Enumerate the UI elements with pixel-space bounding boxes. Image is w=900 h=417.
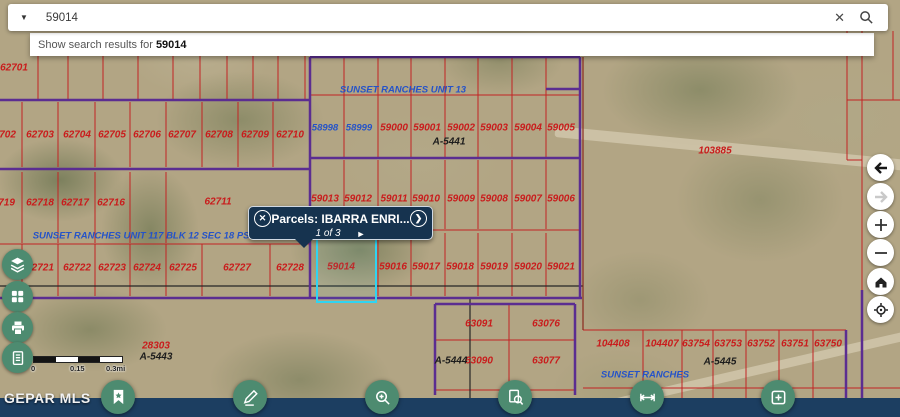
measure-button[interactable] [630,380,664,414]
bookmark-button[interactable] [101,380,135,414]
home-icon [873,274,889,290]
suggestion-term: 59014 [156,39,187,51]
add-button[interactable] [761,380,795,414]
search-icon[interactable] [859,10,874,25]
layers-button[interactable] [2,249,33,280]
popup-title: Parcels: IBARRA ENRI... [271,212,410,226]
suggestion-text: Show search results for [38,39,153,51]
plus-icon [873,217,889,233]
popup-pager: 1 of 3 [316,228,341,239]
zoom-in-button[interactable] [867,211,894,238]
search-suggestion[interactable]: Show search results for 59014 [30,33,874,56]
print-button[interactable] [2,312,33,343]
popup-close-icon[interactable]: ✕ [254,210,271,227]
gepar-mls-watermark: GEPAR MLS [4,390,91,406]
arrow-left-icon [873,160,889,176]
scale-tick: 0 [31,364,35,373]
magnifier-icon [859,10,874,25]
measure-icon [638,388,657,407]
search-input[interactable] [44,11,834,25]
popup-next-icon[interactable]: ❯ [410,210,427,227]
popup-play-icon[interactable]: ► [357,229,366,239]
clear-search-icon[interactable]: ✕ [834,11,845,24]
arrow-right-icon [873,189,889,205]
satellite-map[interactable] [0,0,900,417]
apps-grid-button[interactable] [2,281,33,312]
bookmark-star-icon [109,388,128,407]
grid-icon [10,289,25,304]
document-search-icon [506,388,525,407]
search-bar: ▼ ✕ [8,4,888,31]
back-button[interactable] [867,154,894,181]
zoom-out-button[interactable] [867,239,894,266]
draw-button[interactable] [233,380,267,414]
home-button[interactable] [867,268,894,295]
parcel-results-popup: ✕ Parcels: IBARRA ENRI... ❯ 1 of 3 ► [248,206,433,240]
pencil-icon [241,388,260,407]
layers-icon [9,256,26,273]
dirt-road [554,126,900,172]
form-list-icon [10,350,26,366]
search-plus-icon [373,388,392,407]
printer-icon [10,320,26,336]
form-list-button[interactable] [2,342,33,373]
plus-square-icon [769,388,788,407]
selected-parcel-highlight[interactable] [316,233,377,303]
parcel-search-button[interactable] [498,380,532,414]
map-viewer-window: 6270162702627036270462705627066270762708… [0,0,900,417]
minus-icon [873,245,889,261]
scale-bar [33,356,123,363]
scale-tick: 0.3mi [106,364,125,373]
locate-button[interactable] [867,296,894,323]
forward-button[interactable] [867,183,894,210]
crosshair-icon [873,302,889,318]
dropdown-caret-icon[interactable]: ▼ [20,13,28,22]
scale-tick: 0.15 [70,364,85,373]
search-area-button[interactable] [365,380,399,414]
